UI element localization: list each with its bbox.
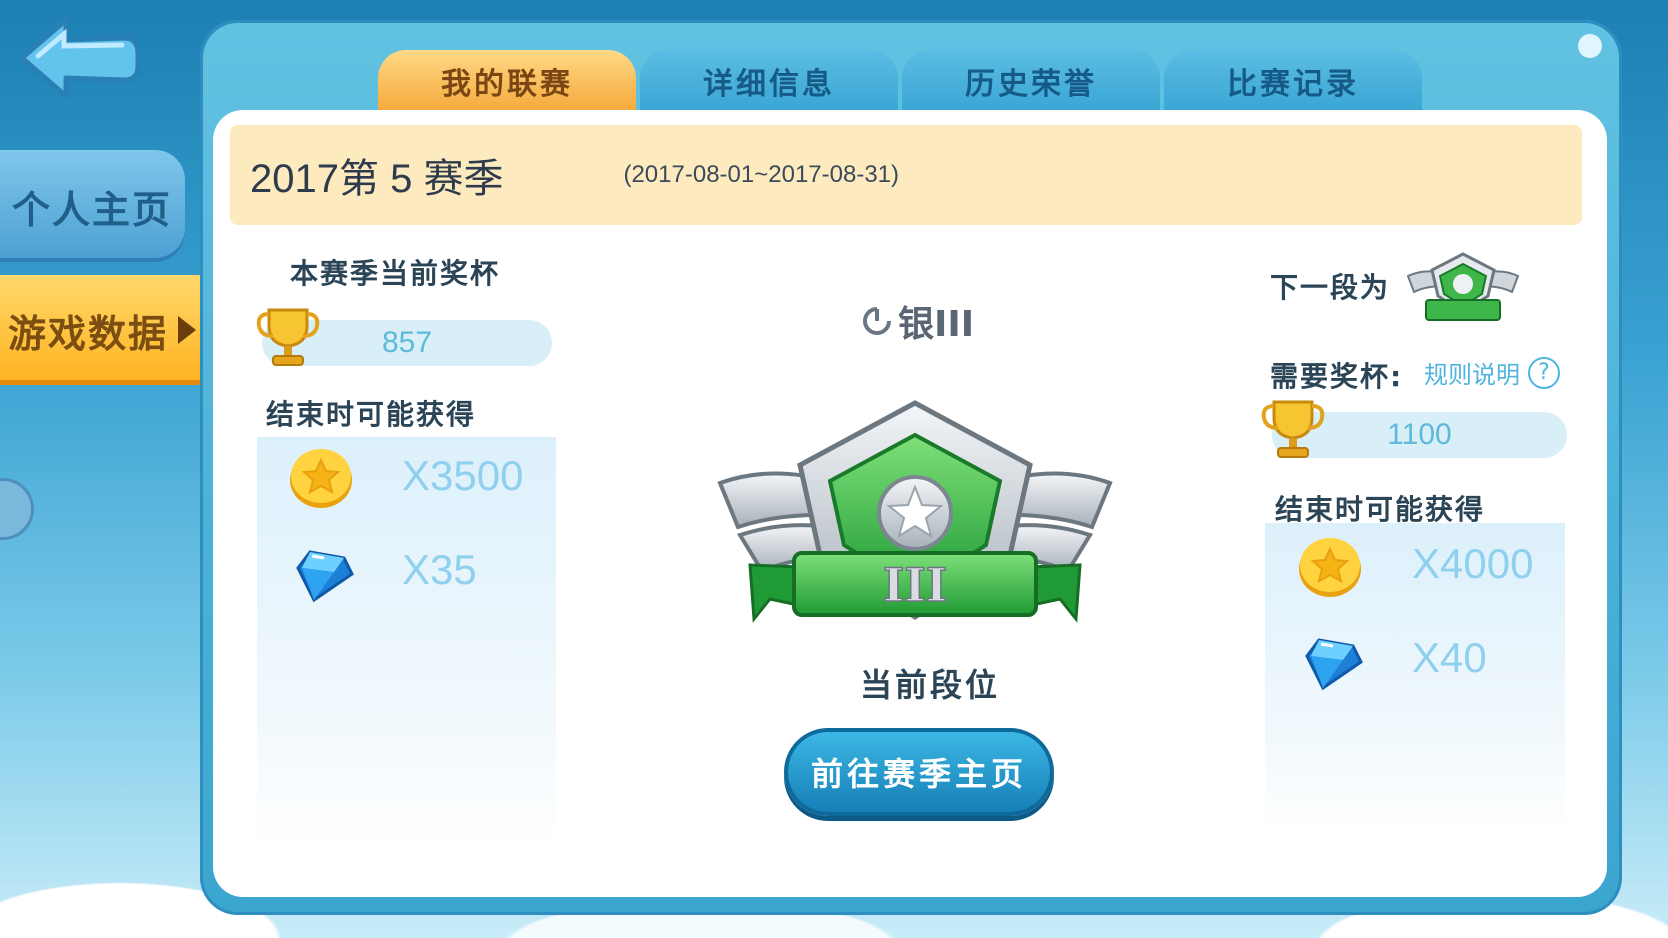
- sidebar-item-profile[interactable]: 个人主页: [0, 150, 185, 262]
- next-gem-reward: X40: [1412, 634, 1487, 682]
- tab-label: 比赛记录: [1227, 67, 1359, 102]
- trophy-icon: [1261, 400, 1325, 458]
- gem-amount: X35: [402, 546, 477, 593]
- side-round-button[interactable]: [0, 478, 34, 540]
- rank-name: 银III: [862, 295, 974, 347]
- current-trophy-value: 857: [381, 326, 433, 359]
- rules-link[interactable]: 规则说明 ?: [1424, 355, 1560, 390]
- next-rank-label: 下一段为: [1270, 271, 1391, 304]
- season-dates: (2017-08-01~2017-08-31): [623, 161, 899, 188]
- silver-rank-badge-icon: III: [717, 400, 1113, 623]
- next-trophy-value: 1100: [1387, 418, 1452, 451]
- next-coin-reward: X4000: [1412, 540, 1533, 588]
- next-rewards-label: 结束时可能获得: [1275, 493, 1486, 526]
- current-trophy-label: 本赛季当前奖杯: [290, 257, 501, 290]
- trophy-icon: [256, 308, 320, 366]
- gem-amount: X40: [1412, 634, 1487, 681]
- next-rank-badge-icon: [1406, 252, 1520, 321]
- season-home-button-label: 前往赛季主页: [810, 755, 1027, 793]
- back-arrow-icon[interactable]: [14, 14, 144, 100]
- gem-icon: [1305, 638, 1363, 691]
- tab-label: 历史荣誉: [965, 67, 1097, 102]
- tab-details[interactable]: 详细信息: [640, 50, 898, 112]
- play-arrow-icon: [178, 316, 197, 344]
- sidebar-item-game-data[interactable]: 游戏数据: [0, 275, 226, 385]
- tab-history-honors[interactable]: 历史荣誉: [902, 50, 1160, 112]
- refresh-icon: [863, 307, 891, 335]
- tab-my-league[interactable]: 我的联赛: [378, 50, 636, 112]
- current-rank-caption: 当前段位: [860, 666, 1001, 704]
- current-gem-reward: X35: [402, 546, 477, 594]
- season-home-button[interactable]: 前往赛季主页: [784, 728, 1054, 816]
- current-rewards-label: 结束时可能获得: [266, 398, 477, 431]
- tab-bar: 我的联赛 详细信息 历史荣誉 比赛记录: [378, 50, 1422, 112]
- season-header: 2017第 5 赛季 (2017-08-01~2017-08-31): [230, 125, 1582, 225]
- coin-amount: X4000: [1412, 540, 1534, 587]
- required-trophies-label: 需要奖杯:: [1270, 360, 1404, 393]
- help-icon[interactable]: ?: [1528, 356, 1560, 389]
- coin-icon: [290, 449, 352, 508]
- coin-amount: X3500: [402, 452, 524, 499]
- sidebar-item-label: 游戏数据: [8, 311, 169, 356]
- season-title: 2017第 5 赛季: [250, 157, 504, 201]
- rules-link-text: 规则说明: [1424, 361, 1520, 389]
- tab-match-records[interactable]: 比赛记录: [1164, 50, 1422, 112]
- frame-highlight: [1578, 34, 1602, 58]
- gem-icon: [296, 550, 354, 603]
- badge-numeral: III: [883, 558, 948, 612]
- rank-name-text: 银III: [898, 304, 975, 345]
- coin-icon: [1299, 538, 1361, 597]
- current-coin-reward: X3500: [402, 452, 523, 500]
- tab-label: 详细信息: [703, 67, 835, 102]
- tab-label: 我的联赛: [441, 67, 573, 102]
- sidebar-item-label: 个人主页: [12, 187, 173, 232]
